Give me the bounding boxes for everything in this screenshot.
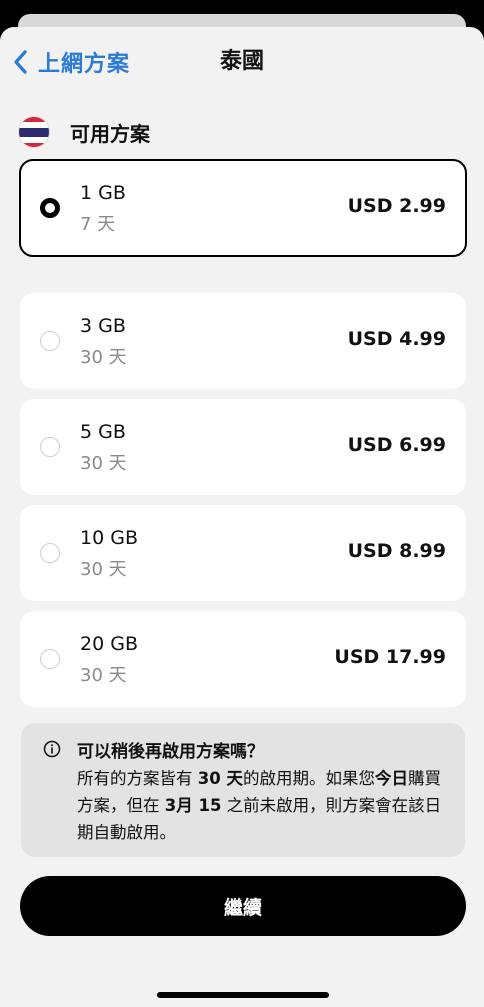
home-indicator	[157, 992, 329, 998]
plan-validity: 30 天	[80, 559, 127, 580]
plan-price: USD 8.99	[347, 540, 446, 562]
info-emphasis: 30 天	[197, 769, 243, 788]
back-button[interactable]: 上網方案	[12, 47, 130, 77]
info-emphasis: 3月 15	[164, 796, 222, 815]
plan-option-1gb[interactable]: 1 GB 7 天 USD 2.99	[19, 159, 467, 257]
back-label: 上網方案	[38, 52, 131, 77]
thailand-flag-icon	[18, 116, 50, 148]
plan-option-10gb[interactable]: 10 GB 30 天 USD 8.99	[20, 505, 466, 601]
plan-price: USD 6.99	[347, 434, 446, 456]
plan-data-amount: 20 GB	[80, 633, 138, 655]
plan-option-3gb[interactable]: 3 GB 30 天 USD 4.99	[20, 293, 466, 389]
plan-validity: 30 天	[80, 665, 127, 686]
plan-option-20gb[interactable]: 20 GB 30 天 USD 17.99	[20, 611, 466, 707]
radio-button[interactable]	[40, 198, 60, 218]
radio-button[interactable]	[40, 331, 60, 351]
info-icon	[43, 740, 61, 758]
plan-option-5gb[interactable]: 5 GB 30 天 USD 6.99	[20, 399, 466, 495]
section-title: 可用方案	[70, 121, 150, 146]
info-text: 所有的方案皆有	[77, 769, 198, 788]
plan-price: USD 4.99	[347, 328, 446, 350]
plan-validity: 7 天	[80, 214, 116, 235]
continue-button[interactable]: 繼續	[20, 876, 466, 936]
info-body: 所有的方案皆有 30 天的啟用期。如果您今日購買方案，但在 3月 15 之前未啟…	[77, 765, 451, 846]
section-header: 可用方案	[18, 116, 150, 148]
plan-sheet: 上網方案 泰國 可用方案 1 GB 7 天 USD 2.99 3 GB 30 天…	[0, 27, 484, 1007]
plan-data-amount: 5 GB	[80, 421, 126, 443]
info-title: 可以稍後再啟用方案嗎？	[77, 742, 264, 762]
plan-price: USD 17.99	[334, 646, 446, 668]
plan-data-amount: 1 GB	[80, 182, 126, 204]
info-text: 的啟用期。如果您	[242, 769, 375, 788]
plan-data-amount: 10 GB	[80, 527, 138, 549]
plan-validity: 30 天	[80, 453, 127, 474]
plan-validity: 30 天	[80, 347, 127, 368]
plan-price: USD 2.99	[347, 195, 446, 217]
plan-data-amount: 3 GB	[80, 315, 126, 337]
radio-button[interactable]	[40, 543, 60, 563]
chevron-left-icon	[14, 50, 27, 74]
radio-button[interactable]	[40, 437, 60, 457]
activation-info-box: 可以稍後再啟用方案嗎？ 所有的方案皆有 30 天的啟用期。如果您今日購買方案，但…	[21, 723, 465, 857]
radio-button[interactable]	[40, 649, 60, 669]
info-emphasis: 今日	[374, 769, 408, 788]
